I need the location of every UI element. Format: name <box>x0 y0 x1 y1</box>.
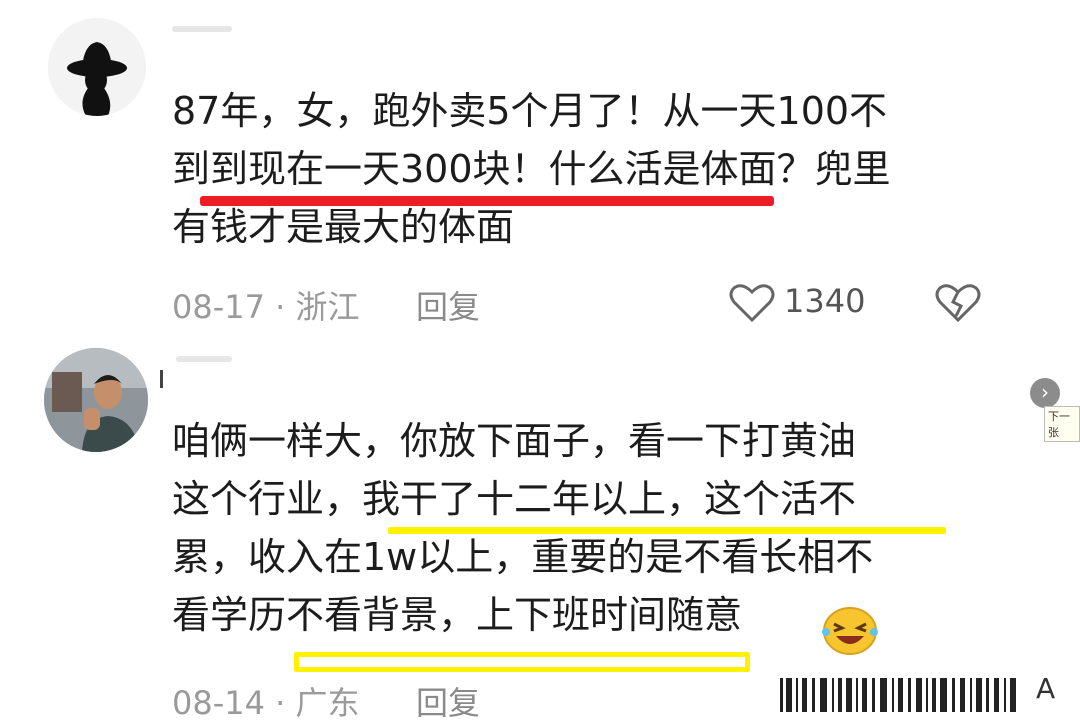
yellow-highlight-underline <box>294 652 750 672</box>
avatar[interactable] <box>44 348 148 452</box>
like-count: 1340 <box>784 282 866 320</box>
comment-line: 到到现在一天300块！什么活是体面？兜里 <box>172 147 891 191</box>
corner-label: A <box>1036 672 1056 705</box>
broken-heart-icon[interactable] <box>934 282 982 324</box>
heart-icon[interactable] <box>728 282 776 324</box>
reply-button[interactable]: 回复 <box>416 282 480 328</box>
comment-line: 看学历不看背景，上下班时间随意 <box>172 593 743 637</box>
comment-line: 这个行业，我干了十二年以上，这个活不 <box>172 477 857 521</box>
comment-line: 有钱才是最大的体面 <box>172 205 515 249</box>
yellow-highlight-underline <box>388 527 946 534</box>
next-image-tooltip: 下一张 <box>1044 406 1080 442</box>
comment-text-1: 87年，女，跑外卖5个月了！从一天100不 到到现在一天300块！什么活是体面？… <box>172 82 891 256</box>
red-highlight-underline <box>200 196 774 206</box>
username-placeholder <box>172 26 232 32</box>
hat-silhouette-icon <box>48 18 146 116</box>
comment-date-location: 08-14 · 广东 <box>172 684 360 722</box>
next-image-button[interactable]: › <box>1030 378 1060 408</box>
comment-line: 咱俩一样大，你放下面子，看一下打黄油 <box>172 419 857 463</box>
reply-button[interactable]: 回复 <box>416 678 480 724</box>
barcode-watermark-icon <box>776 674 1026 716</box>
chevron-right-icon: › <box>1041 380 1049 404</box>
avatar[interactable] <box>48 18 146 116</box>
username-placeholder <box>176 356 232 362</box>
text-cursor <box>160 370 163 388</box>
laughing-emoji-icon <box>822 607 878 655</box>
man-photo-icon <box>44 348 148 452</box>
comment-line: 累，收入在1w以上，重要的是不看长相不 <box>172 535 874 579</box>
comment-line: 87年，女，跑外卖5个月了！从一天100不 <box>172 89 888 133</box>
comment-date-location: 08-17 · 浙江 <box>172 288 360 326</box>
